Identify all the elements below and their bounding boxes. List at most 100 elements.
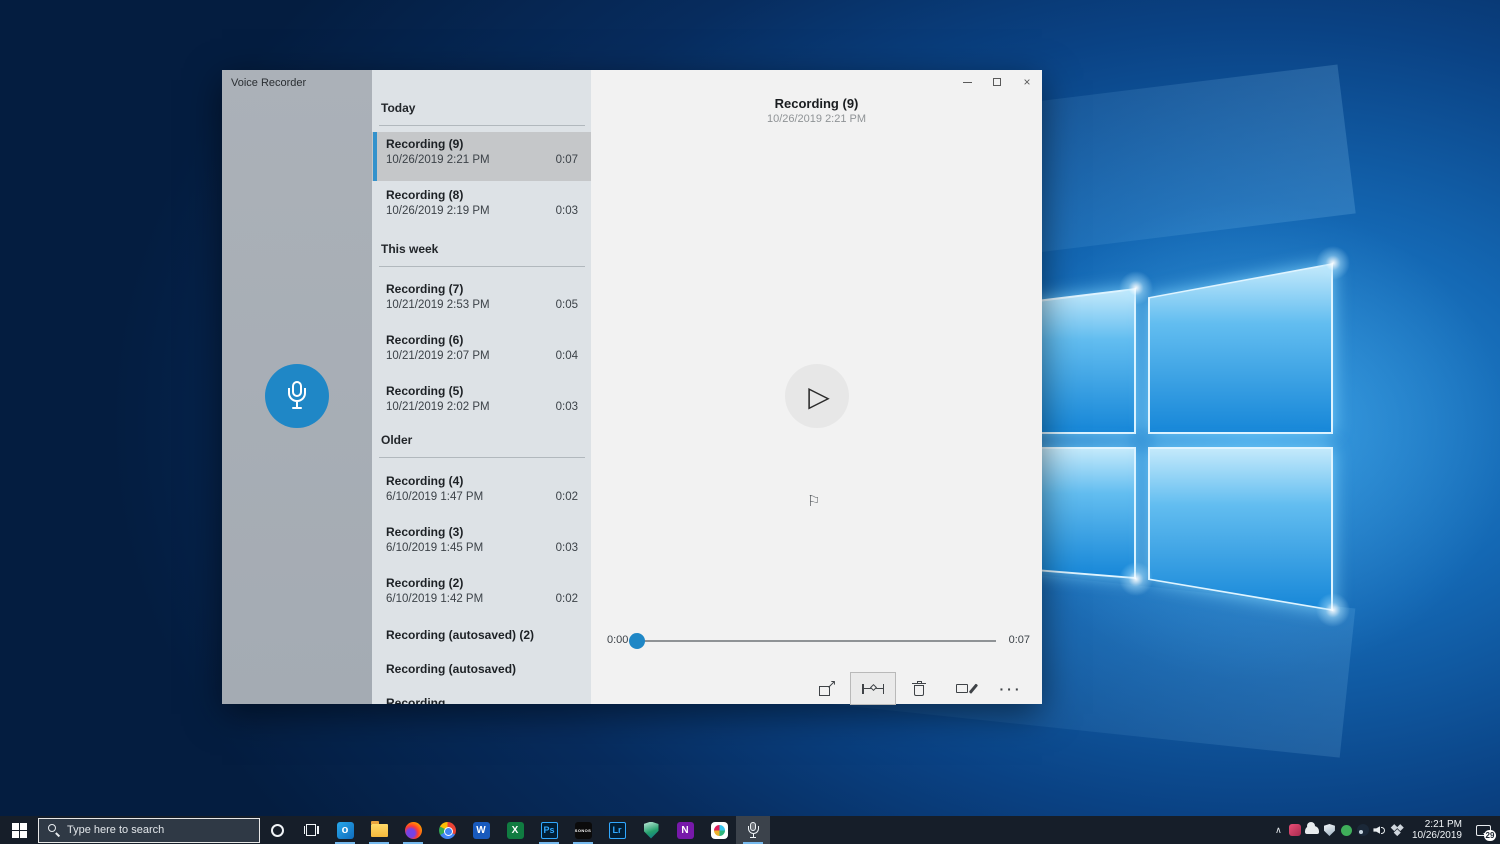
window-controls: × — [952, 70, 1042, 98]
total-time: 0:07 — [1008, 634, 1030, 646]
chevron-up-icon: ∧ — [1275, 824, 1282, 835]
list-item-recording-4[interactable]: Recording (4) 6/10/2019 1:47 PM 0:02 — [372, 469, 591, 518]
taskbar-app-photoshop[interactable]: Ps — [532, 816, 566, 844]
task-view-icon — [303, 824, 319, 836]
steam-icon — [1357, 824, 1370, 836]
list-item-recording-6[interactable]: Recording (6) 10/21/2019 2:07 PM 0:04 — [372, 328, 591, 377]
recording-date: 6/10/2019 1:42 PM — [386, 593, 484, 605]
taskbar-app-lightroom[interactable]: Lr — [600, 816, 634, 844]
share-button[interactable]: ↗ — [804, 672, 850, 705]
section-divider — [379, 125, 585, 126]
delete-icon — [912, 680, 926, 697]
windows-logo-icon — [11, 822, 27, 838]
recording-title: Recording (4) — [386, 474, 464, 488]
rename-icon — [956, 682, 978, 696]
clock-date: 10/26/2019 — [1411, 830, 1462, 841]
section-header-older: Older — [381, 433, 413, 447]
search-placeholder: Type here to search — [67, 824, 165, 836]
recording-date: 6/10/2019 1:45 PM — [386, 542, 484, 554]
tray-volume[interactable] — [1372, 816, 1389, 844]
maximize-button[interactable] — [982, 70, 1012, 94]
recording-date: 10/21/2019 2:02 PM — [386, 401, 490, 413]
taskbar-app-chrome[interactable] — [430, 816, 464, 844]
play-button[interactable]: ▷ — [785, 364, 849, 428]
recording-duration: 0:02 — [555, 593, 578, 605]
list-item-recording-autosaved-2[interactable]: Recording (autosaved) (2) — [372, 622, 591, 656]
section-header-today: Today — [381, 101, 416, 115]
list-item-recording-3[interactable]: Recording (3) 6/10/2019 1:45 PM 0:03 — [372, 520, 591, 569]
taskbar: Type here to search o W X Ps SONOS Lr N … — [0, 816, 1500, 844]
dropbox-icon — [1391, 824, 1404, 836]
rename-button[interactable] — [942, 672, 988, 705]
recording-title: Recording (6) — [386, 333, 464, 347]
taskbar-app-outlook[interactable]: o — [328, 816, 362, 844]
recording-duration: 0:07 — [555, 154, 578, 166]
photoshop-icon: Ps — [540, 821, 558, 839]
tray-dropbox[interactable] — [1389, 816, 1406, 844]
taskbar-app-slack[interactable] — [702, 816, 736, 844]
list-item-recording-5[interactable]: Recording (5) 10/21/2019 2:02 PM 0:03 — [372, 379, 591, 428]
seek-thumb[interactable] — [629, 633, 645, 649]
selection-accent-bar — [373, 132, 377, 181]
search-input[interactable]: Type here to search — [38, 817, 260, 843]
recording-title: Recording (9) — [386, 137, 464, 151]
tray-defender[interactable] — [1321, 816, 1338, 844]
onedrive-cloud-icon — [1305, 822, 1320, 834]
taskbar-app-voice-recorder[interactable] — [736, 816, 770, 844]
file-explorer-icon — [370, 821, 388, 837]
section-divider — [379, 266, 585, 267]
seek-track[interactable] — [636, 640, 996, 642]
taskbar-app-onenote[interactable]: N — [668, 816, 702, 844]
desktop: Voice Recorder Today Recording (9) 10/26… — [0, 0, 1500, 844]
taskbar-app-sonos[interactable]: SONOS — [566, 816, 600, 844]
list-item-recording-9[interactable]: Recording (9) 10/26/2019 2:21 PM 0:07 — [372, 132, 591, 181]
slack-icon — [710, 821, 728, 839]
close-button[interactable]: × — [1012, 70, 1042, 94]
microphone-icon — [284, 381, 310, 411]
close-icon: × — [1023, 75, 1031, 89]
taskbar-app-word[interactable]: W — [464, 816, 498, 844]
list-item-recording-8[interactable]: Recording (8) 10/26/2019 2:19 PM 0:03 — [372, 183, 591, 232]
tray-onedrive[interactable] — [1304, 816, 1321, 844]
start-button[interactable] — [0, 816, 38, 844]
taskbar-app-excel[interactable]: X — [498, 816, 532, 844]
cortana-icon — [270, 823, 284, 837]
taskbar-app-firefox[interactable] — [396, 816, 430, 844]
recording-title: Recording (2) — [386, 576, 464, 590]
green-status-icon — [1340, 824, 1352, 836]
firefox-icon — [404, 821, 422, 839]
list-item-recording-2[interactable]: Recording (2) 6/10/2019 1:42 PM 0:02 — [372, 571, 591, 620]
task-view-button[interactable] — [294, 816, 328, 844]
lightroom-icon: Lr — [608, 821, 626, 839]
show-hidden-icons-button[interactable]: ∧ — [1270, 816, 1287, 844]
recording-duration: 0:05 — [555, 299, 578, 311]
delete-button[interactable] — [896, 672, 942, 705]
flag-marker-button[interactable]: ⚐ — [807, 492, 820, 510]
list-item-recording[interactable]: Recording — [372, 690, 591, 704]
chrome-icon — [438, 821, 456, 839]
tray-green-app[interactable] — [1338, 816, 1355, 844]
volume-icon — [1373, 824, 1387, 836]
recording-title: Recording (autosaved) — [386, 662, 517, 676]
taskbar-app-antivirus[interactable] — [634, 816, 668, 844]
taskbar-clock[interactable]: 2:21 PM 10/26/2019 — [1412, 819, 1462, 841]
action-center-button[interactable]: 29 — [1470, 816, 1496, 844]
record-button[interactable] — [265, 364, 329, 428]
cortana-button[interactable] — [260, 816, 294, 844]
trim-button[interactable] — [850, 672, 896, 705]
tray-password-manager[interactable] — [1287, 816, 1304, 844]
section-divider — [379, 457, 585, 458]
window-title: Voice Recorder — [231, 77, 307, 89]
recording-date: 6/10/2019 1:47 PM — [386, 491, 484, 503]
tray-steam[interactable] — [1355, 816, 1372, 844]
play-icon: ▷ — [808, 380, 830, 412]
recording-date: 10/26/2019 2:21 PM — [386, 154, 490, 166]
recording-title: Recording (8) — [386, 188, 464, 202]
section-header-this-week: This week — [381, 242, 439, 256]
see-more-button[interactable]: ··· — [988, 672, 1034, 705]
minimize-button[interactable] — [952, 70, 982, 94]
elapsed-time: 0:00 — [607, 634, 629, 646]
list-item-recording-autosaved[interactable]: Recording (autosaved) — [372, 656, 591, 690]
taskbar-app-file-explorer[interactable] — [362, 816, 396, 844]
list-item-recording-7[interactable]: Recording (7) 10/21/2019 2:53 PM 0:05 — [372, 277, 591, 326]
